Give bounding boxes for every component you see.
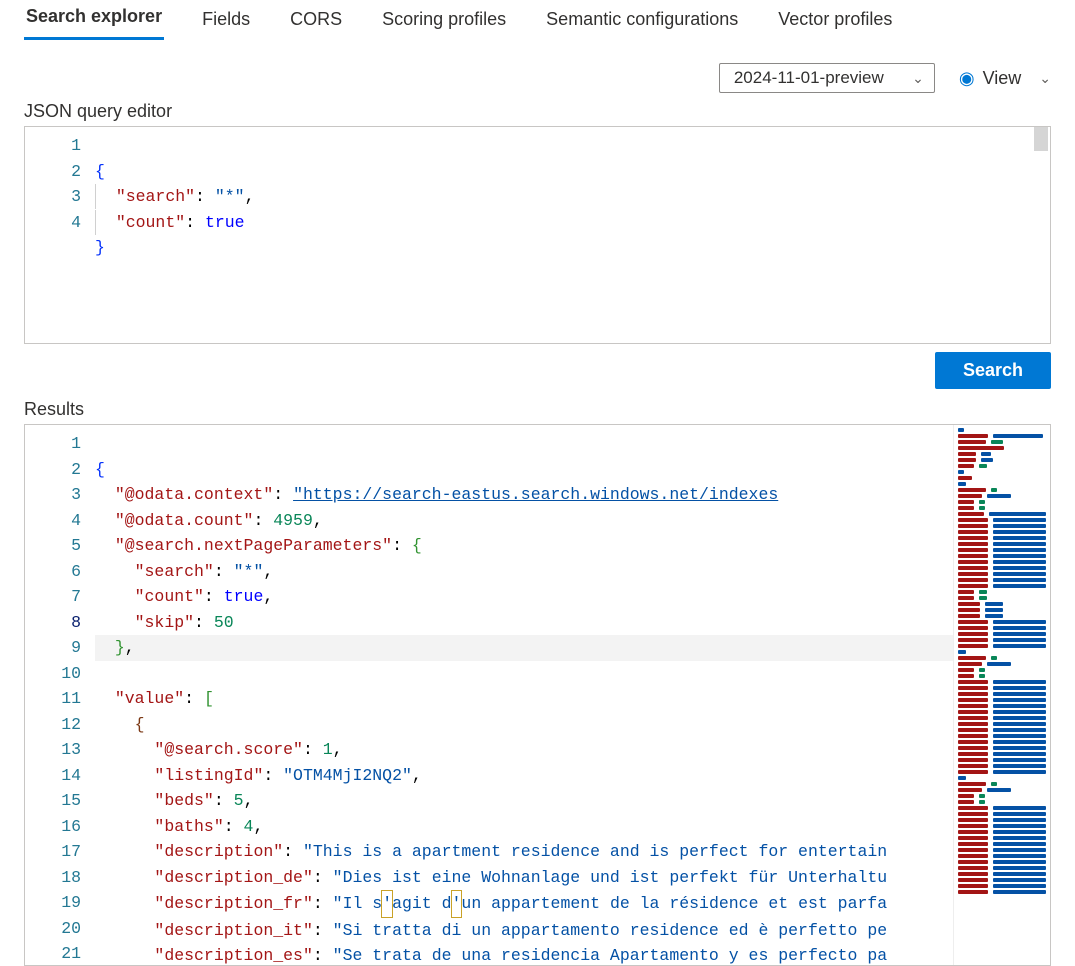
editor-code[interactable]: { "search": "*", "count": true } xyxy=(95,127,1050,286)
brace-open: { xyxy=(95,162,105,181)
api-version-value: 2024-11-01-preview xyxy=(734,68,884,88)
tab-search-explorer[interactable]: Search explorer xyxy=(24,6,164,40)
chevron-down-icon: ⌄ xyxy=(1039,70,1051,87)
view-label: View xyxy=(983,68,1022,89)
tab-cors[interactable]: CORS xyxy=(288,9,344,40)
tab-scoring-profiles[interactable]: Scoring profiles xyxy=(380,9,508,40)
eye-icon: ◉ xyxy=(959,68,975,89)
results-viewer[interactable]: 1 2 3 4 5 6 7 8 9 10 11 12 13 14 15 16 1… xyxy=(24,424,1051,966)
editor-gutter: 1 2 3 4 xyxy=(25,127,95,286)
editor-label: JSON query editor xyxy=(0,99,1075,126)
minimap[interactable] xyxy=(953,425,1050,965)
api-version-dropdown[interactable]: 2024-11-01-preview ⌄ xyxy=(719,63,935,93)
tab-semantic-configurations[interactable]: Semantic configurations xyxy=(544,9,740,40)
results-label: Results xyxy=(0,397,1075,424)
json-query-editor[interactable]: 1 2 3 4 { "search": "*", "count": true } xyxy=(24,126,1051,344)
view-dropdown[interactable]: ◉ View ⌄ xyxy=(959,68,1051,89)
results-gutter: 1 2 3 4 5 6 7 8 9 10 11 12 13 14 15 16 1… xyxy=(25,425,95,966)
tab-fields[interactable]: Fields xyxy=(200,9,252,40)
search-button-row: Search xyxy=(0,344,1075,397)
results-code[interactable]: { "@odata.context": "https://search-east… xyxy=(95,425,1050,966)
search-button[interactable]: Search xyxy=(935,352,1051,389)
tab-vector-profiles[interactable]: Vector profiles xyxy=(776,9,894,40)
chevron-down-icon: ⌄ xyxy=(912,70,924,87)
brace-close: } xyxy=(95,238,105,257)
editor-scroll-thumb[interactable] xyxy=(1034,127,1048,151)
toolbar: 2024-11-01-preview ⌄ ◉ View ⌄ xyxy=(0,41,1075,99)
tabs-bar: Search explorer Fields CORS Scoring prof… xyxy=(0,0,1075,41)
